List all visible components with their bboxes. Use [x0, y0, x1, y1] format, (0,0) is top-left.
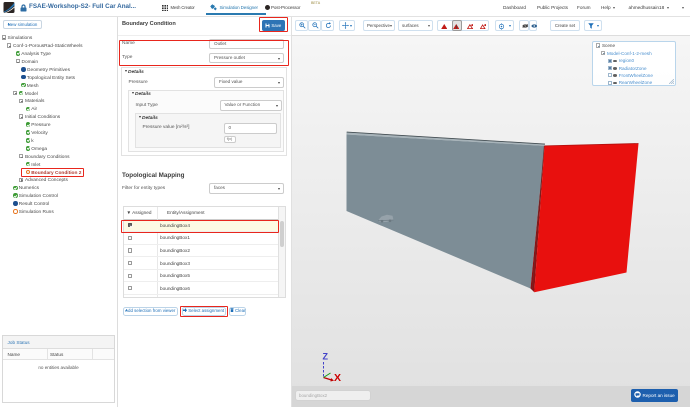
svg-text:X: X [334, 372, 341, 384]
svg-text:Z: Z [323, 352, 329, 362]
